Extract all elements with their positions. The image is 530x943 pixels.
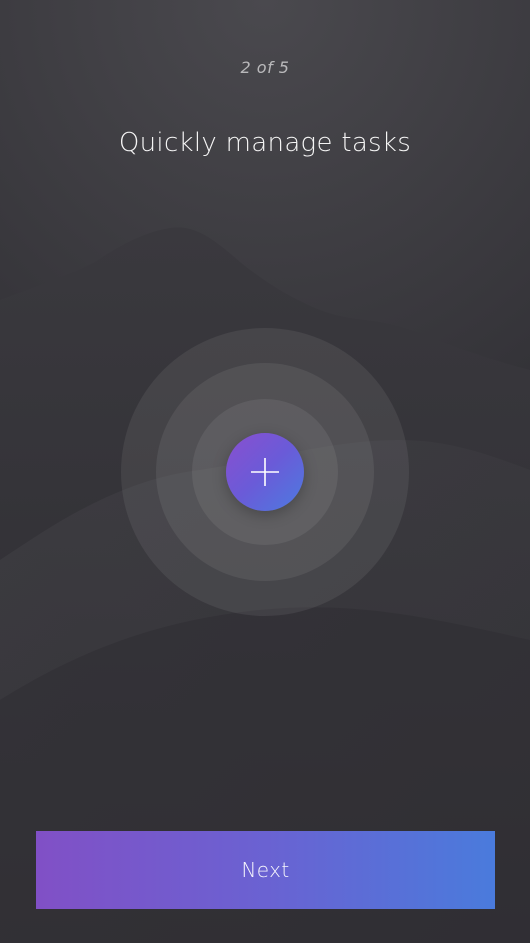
add-task-button[interactable] [226, 433, 304, 511]
onboarding-screen: 2 of 5 Quickly manage tasks Next [0, 0, 530, 943]
next-button[interactable]: Next [36, 831, 495, 909]
plus-icon [251, 458, 279, 486]
page-title: Quickly manage tasks [118, 128, 412, 158]
step-indicator: 2 of 5 [240, 58, 290, 77]
